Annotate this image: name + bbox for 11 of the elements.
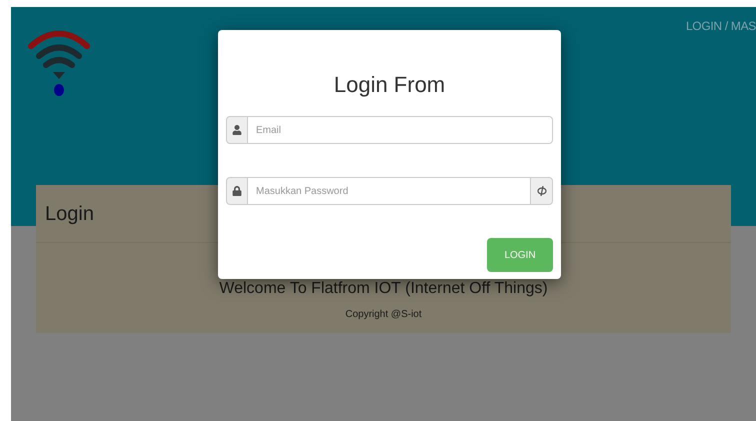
copyright-text: Copyright @S-iot: [345, 308, 422, 322]
eye-toggle-icon[interactable]: [536, 186, 546, 196]
dialog-title: Login From: [334, 71, 446, 99]
input-field[interactable]: Email: [248, 116, 553, 144]
welcome-text: Welcome To Flatfrom IOT (Internet Off Things): [219, 279, 548, 299]
input-field[interactable]: Masukkan Password: [248, 177, 531, 205]
lock-icon: [232, 186, 242, 196]
card-title: Login: [45, 202, 94, 226]
nav-link[interactable]: LOGIN / MAS: [686, 7, 756, 226]
user-icon: [232, 125, 242, 135]
login-button[interactable]: LOGIN: [487, 238, 553, 272]
